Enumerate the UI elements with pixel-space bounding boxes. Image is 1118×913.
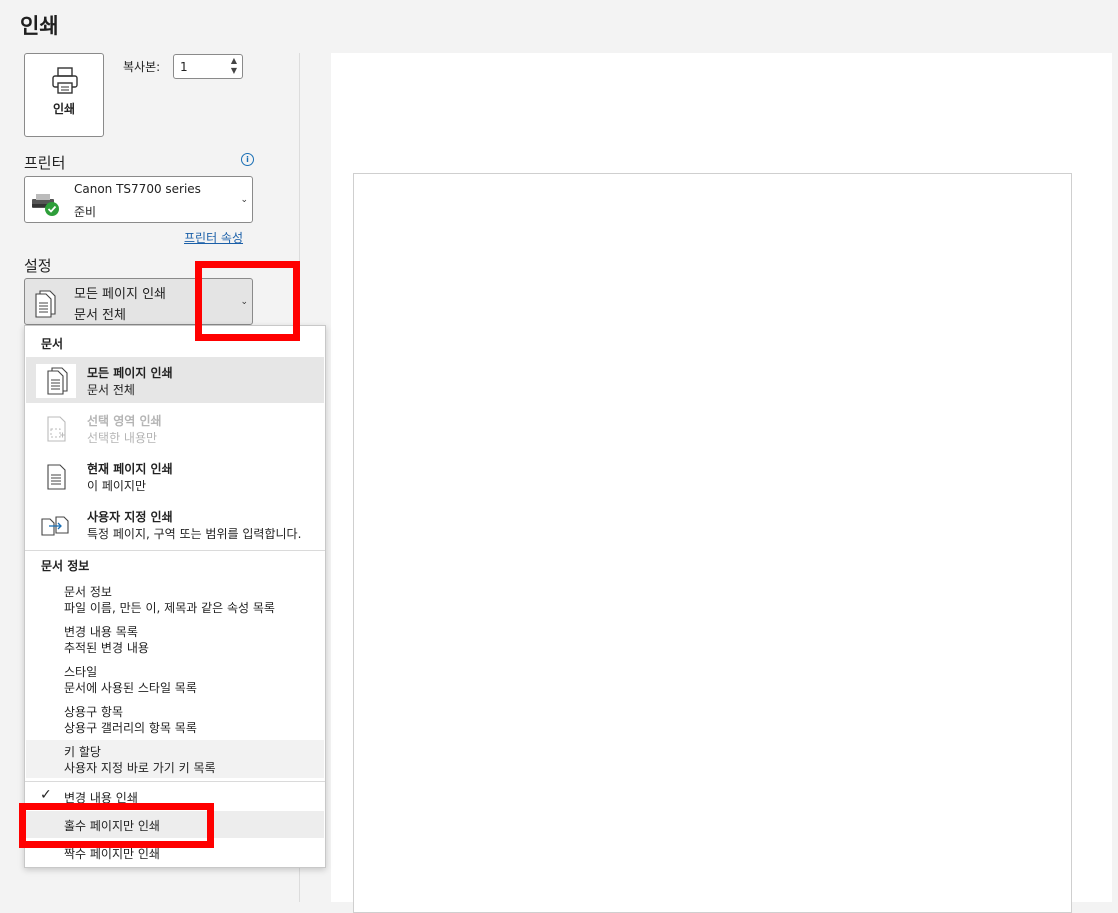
selection-icon: [47, 416, 66, 442]
highlight-odd-pages: [19, 803, 214, 848]
all-pages-icon: [47, 367, 68, 395]
printer-status: 준비: [74, 205, 97, 219]
copies-label: 복사본:: [123, 60, 161, 74]
option-title: 사용자 지정 인쇄: [87, 510, 173, 524]
option-title: 모든 페이지 인쇄: [87, 366, 173, 380]
print-range-title: 모든 페이지 인쇄: [74, 287, 166, 302]
info-item-subtitle: 상용구 갤러리의 항목 목록: [64, 721, 197, 735]
info-item-autotext[interactable]: 상용구 항목 상용구 갤러리의 항목 목록: [26, 700, 324, 738]
option-all-pages[interactable]: 모든 페이지 인쇄 문서 전체: [26, 357, 324, 403]
highlight-dropdown-arrow: [195, 261, 300, 341]
dropdown-divider: [25, 550, 325, 551]
printer-icon: [52, 67, 78, 94]
printer-select[interactable]: Canon TS7700 series 준비 ⌄: [24, 176, 253, 223]
print-range-subtitle: 문서 전체: [74, 308, 126, 323]
copies-stepper[interactable]: 1 ▲ ▼: [173, 54, 243, 79]
printer-name: Canon TS7700 series: [74, 182, 201, 196]
chevron-down-icon: ⌄: [240, 195, 248, 205]
option-selection: 선택 영역 인쇄 선택한 내용만: [26, 405, 324, 451]
info-item-subtitle: 문서에 사용된 스타일 목록: [64, 681, 197, 695]
scrollbar[interactable]: [1112, 53, 1118, 902]
dropdown-divider: [25, 781, 325, 782]
option-subtitle: 선택한 내용만: [87, 431, 158, 445]
print-button[interactable]: 인쇄: [24, 53, 104, 137]
printer-header: 프린터: [24, 154, 66, 172]
copies-value: 1: [180, 60, 188, 74]
info-item-markup-list[interactable]: 변경 내용 목록 추적된 변경 내용: [26, 620, 324, 658]
stepper-down-icon[interactable]: ▼: [231, 67, 237, 75]
all-pages-icon: [35, 290, 56, 318]
printer-properties-link[interactable]: 프린터 속성: [184, 229, 243, 246]
option-title: 선택 영역 인쇄: [87, 414, 162, 428]
dropdown-section-document: 문서: [41, 337, 64, 351]
checkmark-icon: ✓: [40, 787, 52, 803]
option-custom-print[interactable]: 사용자 지정 인쇄 특정 페이지, 구역 또는 범위를 입력합니다.: [26, 501, 324, 547]
option-current-page[interactable]: 현재 페이지 인쇄 이 페이지만: [26, 453, 324, 499]
info-item-subtitle: 파일 이름, 만든 이, 제목과 같은 속성 목록: [64, 601, 275, 615]
printer-ready-icon: [32, 194, 59, 216]
print-range-dropdown: 문서 모든 페이지 인쇄 문서 전체 선택 영역 인쇄 선택한 내용만 현재 페…: [24, 325, 326, 868]
print-button-label: 인쇄: [52, 102, 76, 116]
current-page-icon: [47, 464, 66, 490]
info-item-title: 스타일: [64, 665, 98, 679]
info-item-title: 변경 내용 목록: [64, 625, 138, 639]
option-title: 현재 페이지 인쇄: [87, 462, 173, 476]
settings-header: 설정: [24, 257, 52, 275]
info-item-styles[interactable]: 스타일 문서에 사용된 스타일 목록: [26, 660, 324, 698]
info-item-title: 상용구 항목: [64, 705, 124, 719]
option-subtitle: 문서 전체: [87, 383, 135, 397]
option-subtitle: 이 페이지만: [87, 479, 147, 493]
info-item-title: 키 할당: [64, 745, 101, 759]
page-title: 인쇄: [20, 14, 59, 38]
info-item-subtitle: 추적된 변경 내용: [64, 641, 149, 655]
info-item-subtitle: 사용자 지정 바로 가기 키 목록: [64, 761, 216, 775]
info-item-title: 문서 정보: [64, 585, 112, 599]
dropdown-section-doc-info: 문서 정보: [41, 559, 90, 573]
custom-print-icon: [41, 516, 69, 536]
preview-page: [353, 173, 1072, 913]
info-item-document-properties[interactable]: 문서 정보 파일 이름, 만든 이, 제목과 같은 속성 목록: [26, 580, 324, 618]
info-item-key-assignments[interactable]: 키 할당 사용자 지정 바로 가기 키 목록: [26, 740, 324, 778]
option-subtitle: 특정 페이지, 구역 또는 범위를 입력합니다.: [87, 527, 302, 541]
info-icon[interactable]: i: [241, 153, 254, 166]
stepper-up-icon[interactable]: ▲: [231, 57, 237, 65]
